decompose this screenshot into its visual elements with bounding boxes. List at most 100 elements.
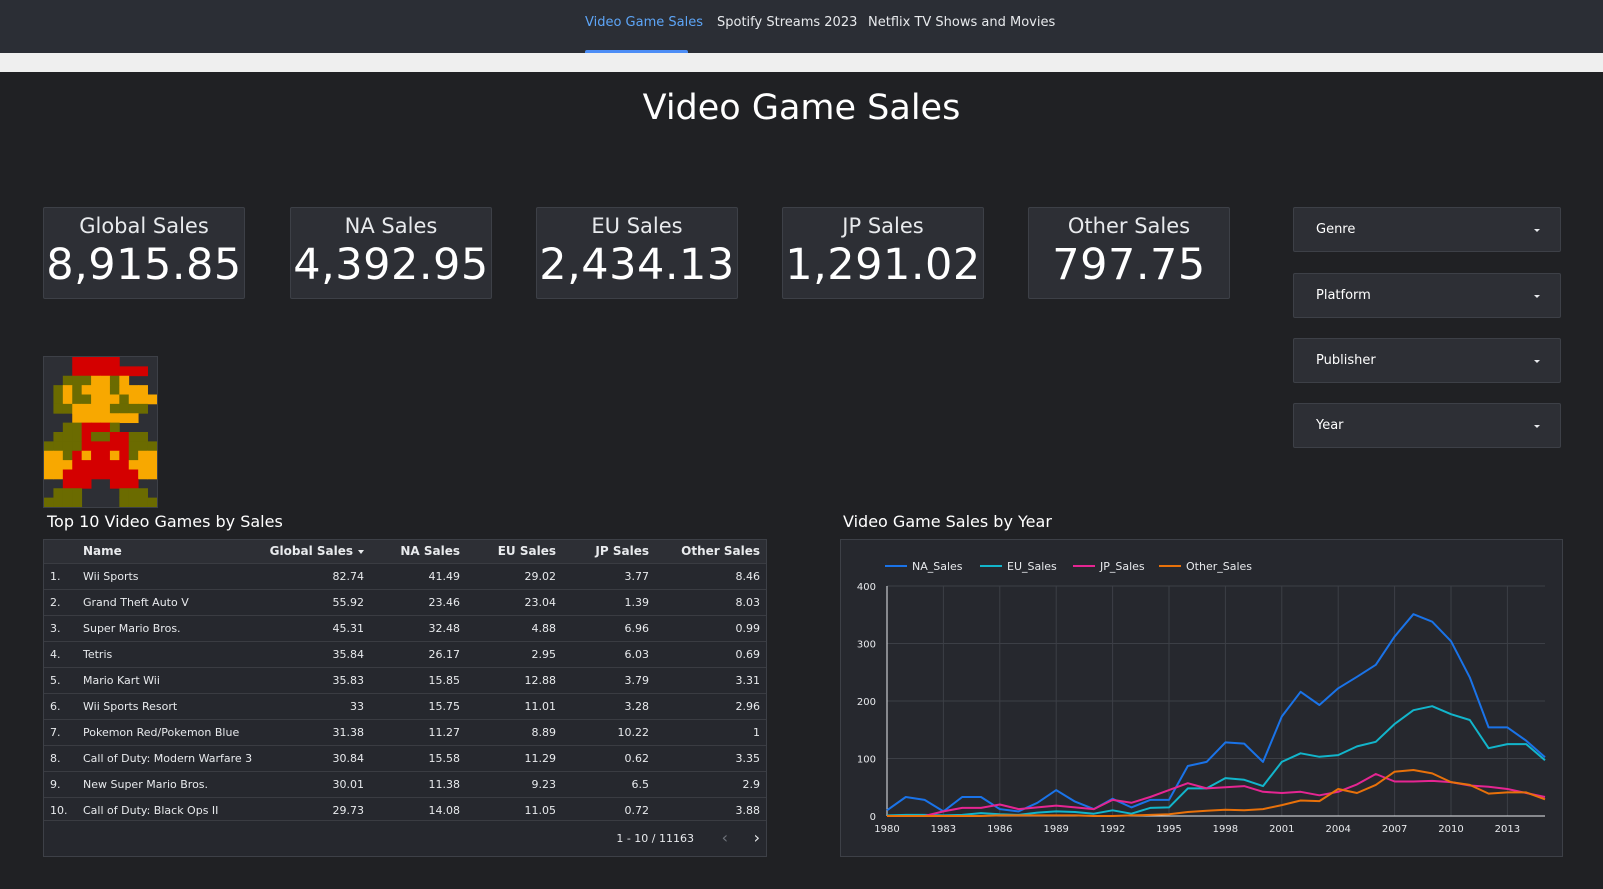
cell-rank: 1. bbox=[50, 569, 61, 583]
table-row[interactable]: 1. Wii Sports 82.74 41.49 29.02 3.77 8.46 bbox=[44, 563, 766, 589]
legend-label[interactable]: NA_Sales bbox=[912, 560, 963, 573]
cell-global: 82.74 bbox=[332, 569, 365, 583]
mario-pixel-image bbox=[43, 356, 158, 508]
cell-other: 8.03 bbox=[735, 595, 761, 609]
legend-label[interactable]: Other_Sales bbox=[1186, 560, 1252, 573]
cell-global: 45.31 bbox=[332, 621, 365, 635]
cell-other: 0.99 bbox=[735, 621, 761, 635]
cell-name: Grand Theft Auto V bbox=[83, 595, 189, 609]
table-row[interactable]: 3. Super Mario Bros. 45.31 32.48 4.88 6.96 0.9… bbox=[44, 615, 766, 641]
tab-video-game-sales[interactable]: Video Game Sales bbox=[585, 15, 703, 53]
cell-other: 1 bbox=[753, 725, 760, 739]
header-divider-strip bbox=[0, 53, 1603, 72]
platform-filter-dropdown[interactable]: Platform bbox=[1293, 273, 1561, 318]
cell-other: 3.35 bbox=[735, 751, 761, 765]
legend-label[interactable]: EU_Sales bbox=[1007, 560, 1057, 573]
cell-rank: 4. bbox=[50, 647, 61, 661]
table-row[interactable]: 2. Grand Theft Auto V 55.92 23.46 23.04 1.39 8… bbox=[44, 589, 766, 615]
cell-rank: 2. bbox=[50, 595, 61, 609]
genre-filter-dropdown[interactable]: Genre bbox=[1293, 207, 1561, 252]
filter-label: Platform bbox=[1316, 288, 1371, 303]
publisher-filter-dropdown[interactable]: Publisher bbox=[1293, 338, 1561, 383]
table-row[interactable]: 8. Call of Duty: Modern Warfare 3 30.84 15.… bbox=[44, 745, 766, 771]
table-header-row: Name Global Sales NA Sales EU Sales JP S… bbox=[44, 540, 766, 563]
x-tick-label: 1992 bbox=[1100, 824, 1125, 835]
cell-eu: 23.04 bbox=[524, 595, 557, 609]
tab-label: Netflix TV Shows and Movies bbox=[868, 15, 1056, 30]
y-tick-label: 100 bbox=[857, 755, 876, 766]
cell-rank: 7. bbox=[50, 725, 61, 739]
cell-name: New Super Mario Bros. bbox=[83, 777, 209, 791]
chevron-right-icon[interactable]: › bbox=[754, 830, 760, 846]
cell-eu: 11.29 bbox=[524, 751, 557, 765]
kpi-value: 797.75 bbox=[1052, 240, 1206, 290]
header-global-sales[interactable]: Global Sales bbox=[257, 540, 370, 563]
x-tick-label: 1989 bbox=[1043, 824, 1068, 835]
cell-na: 15.85 bbox=[428, 673, 461, 687]
header-other-sales[interactable]: Other Sales bbox=[655, 540, 766, 563]
cell-global: 33 bbox=[350, 699, 364, 713]
cell-other: 8.46 bbox=[735, 569, 761, 583]
cell-global: 30.01 bbox=[332, 777, 365, 791]
page-title: Video Game Sales bbox=[642, 88, 961, 128]
tab-spotify-streams-2023[interactable]: Spotify Streams 2023 bbox=[717, 15, 857, 53]
header-name[interactable]: Name bbox=[77, 540, 257, 563]
kpi-label: Global Sales bbox=[79, 214, 209, 238]
header-na-sales[interactable]: NA Sales bbox=[370, 540, 466, 563]
cell-name: Call of Duty: Modern Warfare 3 bbox=[83, 751, 253, 765]
header-rank bbox=[44, 540, 77, 563]
cell-eu: 29.02 bbox=[524, 569, 557, 583]
cell-jp: 6.96 bbox=[624, 621, 650, 635]
kpi-label: EU Sales bbox=[591, 214, 683, 238]
x-tick-label: 2001 bbox=[1269, 824, 1294, 835]
kpi-label: JP Sales bbox=[842, 214, 924, 238]
cell-jp: 10.22 bbox=[617, 725, 650, 739]
x-tick-label: 1995 bbox=[1156, 824, 1181, 835]
cell-na: 41.49 bbox=[428, 569, 461, 583]
caret-down-icon bbox=[1534, 295, 1540, 298]
x-tick-label: 2013 bbox=[1495, 824, 1520, 835]
kpi-value: 1,291.02 bbox=[785, 240, 981, 290]
cell-na: 23.46 bbox=[428, 595, 461, 609]
series-line-other-sales[interactable] bbox=[887, 769, 1546, 817]
table-row[interactable]: 5. Mario Kart Wii 35.83 15.85 12.88 3.79 3.31 bbox=[44, 667, 766, 693]
filter-label: Year bbox=[1316, 418, 1344, 433]
y-tick-label: 400 bbox=[857, 582, 876, 593]
caret-down-icon bbox=[1534, 229, 1540, 232]
tab-label: Spotify Streams 2023 bbox=[717, 15, 858, 30]
cell-eu: 9.23 bbox=[531, 777, 557, 791]
cell-na: 11.38 bbox=[428, 777, 461, 791]
chevron-left-icon[interactable]: ‹ bbox=[722, 830, 728, 846]
cell-eu: 12.88 bbox=[524, 673, 557, 687]
table-pagination: 1 - 10 / 11163 ‹ › bbox=[44, 820, 766, 856]
chart-title: Video Game Sales by Year bbox=[843, 512, 1052, 531]
table-row[interactable]: 4. Tetris 35.84 26.17 2.95 6.03 0.69 bbox=[44, 641, 766, 667]
tab-netflix-tv-shows-and-movies[interactable]: Netflix TV Shows and Movies bbox=[868, 15, 1055, 53]
cell-global: 55.92 bbox=[332, 595, 365, 609]
cell-rank: 5. bbox=[50, 673, 61, 687]
kpi-value: 2,434.13 bbox=[539, 240, 735, 290]
table-row[interactable]: 7. Pokemon Red/Pokemon Blue 31.38 11.27 8.89… bbox=[44, 719, 766, 745]
cell-global: 31.38 bbox=[332, 725, 365, 739]
x-tick-label: 1980 bbox=[874, 824, 899, 835]
header-jp-sales[interactable]: JP Sales bbox=[562, 540, 655, 563]
filter-label: Genre bbox=[1316, 222, 1356, 237]
x-tick-label: 1983 bbox=[931, 824, 956, 835]
cell-jp: 1.39 bbox=[624, 595, 650, 609]
mario-pixel-art bbox=[44, 357, 158, 508]
cell-eu: 2.95 bbox=[531, 647, 557, 661]
line-chart-svg: 0 100 200 300 400 1980 1983 1986 1989 1992 1995 199… bbox=[857, 560, 1546, 835]
year-filter-dropdown[interactable]: Year bbox=[1293, 403, 1561, 448]
table-row[interactable]: 6. Wii Sports Resort 33 15.75 11.01 3.28 2.96 bbox=[44, 693, 766, 719]
cell-jp: 0.62 bbox=[624, 751, 650, 765]
header-eu-sales[interactable]: EU Sales bbox=[466, 540, 562, 563]
table-row[interactable]: 9. New Super Mario Bros. 30.01 11.38 9.23 6.5… bbox=[44, 771, 766, 797]
sales-by-year-chart: 0 100 200 300 400 1980 1983 1986 1989 1992 1995 199… bbox=[840, 539, 1563, 857]
filter-label: Publisher bbox=[1316, 353, 1376, 368]
legend-label[interactable]: JP_Sales bbox=[1099, 560, 1145, 573]
kpi-label: Other Sales bbox=[1067, 214, 1191, 238]
cell-name: Super Mario Bros. bbox=[83, 621, 181, 635]
cell-eu: 8.89 bbox=[531, 725, 557, 739]
cell-rank: 8. bbox=[50, 751, 61, 765]
cell-eu: 4.88 bbox=[531, 621, 557, 635]
